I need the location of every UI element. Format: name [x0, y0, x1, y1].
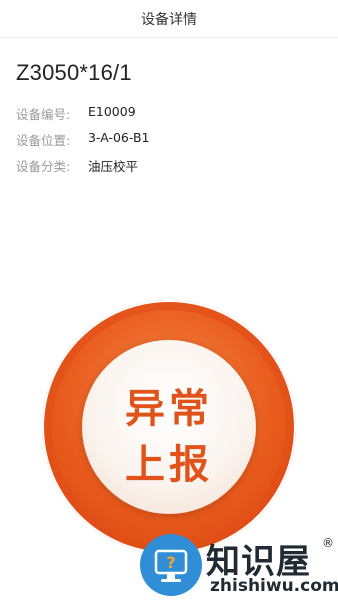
page-title: 设备详情 — [141, 11, 197, 28]
device-number-label: 设备编号: — [16, 107, 71, 122]
report-exception-button[interactable]: 异常 上报 — [42, 300, 296, 554]
svg-text:?: ? — [166, 553, 175, 572]
device-name: Z3050*16/1 — [16, 60, 132, 85]
report-button-line1: 异常 — [125, 386, 213, 432]
device-location-label: 设备位置: — [16, 133, 71, 148]
page-header: 设备详情 — [0, 0, 338, 38]
device-number-row: 设备编号: E10009 — [16, 104, 136, 123]
question-monitor-icon: ? — [140, 534, 202, 596]
device-number-value: E10009 — [88, 104, 136, 119]
report-button-face[interactable]: 异常 上报 — [82, 340, 256, 514]
watermark-domain: zhishiwu.com — [210, 576, 338, 596]
device-category-row: 设备分类: 油压校平 — [16, 156, 138, 175]
watermark-registered-mark: ® — [322, 536, 334, 550]
device-location-value: 3-A-06-B1 — [88, 130, 150, 145]
device-location-row: 设备位置: 3-A-06-B1 — [16, 130, 149, 149]
device-category-value: 油压校平 — [88, 159, 139, 174]
device-category-label: 设备分类: — [16, 159, 71, 174]
report-button-line2: 上报 — [125, 442, 213, 488]
